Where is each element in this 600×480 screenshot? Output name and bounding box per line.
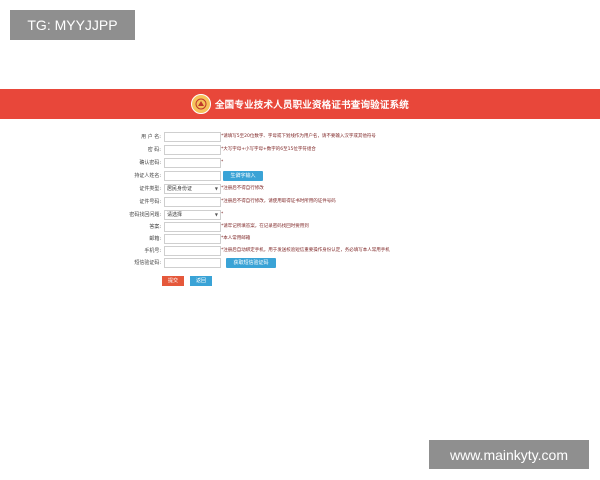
password-hint: *大写字母+小写字母+数字的6至15位字符组合: [221, 147, 316, 152]
holder-name-row: 持证人姓名: 生僻字输入: [0, 171, 600, 181]
sms-code-row: 短信验证码: 获取短信验证码: [0, 258, 600, 268]
rare-char-input-button[interactable]: 生僻字输入: [223, 171, 263, 181]
answer-hint: *请牢记所填答案，在记录密码找回时要用到: [221, 224, 309, 229]
id-type-select[interactable]: 居民身份证 ▼: [164, 184, 221, 194]
sms-code-input[interactable]: [164, 258, 221, 268]
security-question-select[interactable]: 请选择 ▼: [164, 210, 221, 220]
phone-row: 手机号: *注册后自动绑定手机，用于发送校验短信重要操作身份认定，务必填写本人常…: [0, 246, 600, 256]
username-label: 用 户 名:: [141, 134, 161, 140]
phone-hint: *注册后自动绑定手机，用于发送校验短信重要操作身份认定，务必填写本人常用手机: [221, 248, 390, 253]
id-number-input[interactable]: [164, 197, 221, 207]
back-button[interactable]: 返回: [190, 276, 212, 286]
holder-name-label: 持证人姓名:: [134, 173, 161, 179]
id-type-selected: 居民身份证: [167, 186, 193, 192]
username-row: 用 户 名: *请填写5至20位数字、字母或下划线作为用户名，请不要输入汉字或其…: [0, 132, 600, 142]
chevron-down-icon: ▼: [214, 186, 218, 191]
confirm-password-row: 确认密码: *: [0, 158, 600, 168]
answer-row: 答案: *请牢记所填答案，在记录密码找回时要用到: [0, 222, 600, 232]
security-question-row: 密码找回问题: 请选择 ▼ *: [0, 210, 600, 220]
get-sms-code-button[interactable]: 获取短信验证码: [226, 258, 276, 268]
id-number-row: 证件号码: *注册后不得自行修改，请使用取得证书时所用的证件号码: [0, 197, 600, 207]
confirm-password-hint: *: [221, 160, 224, 165]
id-type-row: 证件类型: 居民身份证 ▼ *注册后不得自行修改: [0, 184, 600, 194]
header-banner: 全国专业技术人员职业资格证书查询验证系统: [0, 89, 600, 119]
password-input[interactable]: [164, 145, 221, 155]
emblem-shape-icon: [195, 98, 207, 110]
watermark-top-left: TG: MYYJJPP: [10, 10, 135, 40]
holder-name-input[interactable]: [164, 171, 221, 181]
security-question-hint: *: [221, 212, 224, 217]
answer-label: 答案:: [149, 224, 161, 230]
id-number-hint: *注册后不得自行修改，请使用取得证书时所用的证件号码: [221, 199, 336, 204]
email-input[interactable]: [164, 234, 221, 244]
submit-button[interactable]: 提交: [162, 276, 184, 286]
emblem-icon: [190, 94, 211, 114]
sms-code-label: 短信验证码:: [134, 260, 161, 266]
password-label: 密 码:: [147, 147, 161, 153]
username-hint: *请填写5至20位数字、字母或下划线作为用户名，请不要输入汉字或其他符号: [221, 134, 376, 139]
phone-label: 手机号:: [144, 248, 161, 254]
chevron-down-icon: ▼: [214, 212, 218, 217]
username-input[interactable]: [164, 132, 221, 142]
email-label: 邮箱:: [149, 236, 161, 242]
id-type-label: 证件类型:: [139, 186, 161, 192]
page-title: 全国专业技术人员职业资格证书查询验证系统: [214, 100, 409, 111]
confirm-password-input[interactable]: [164, 158, 221, 168]
email-row: 邮箱: *本人常用邮箱: [0, 234, 600, 244]
security-question-label: 密码找回问题:: [129, 212, 161, 218]
confirm-password-label: 确认密码:: [139, 160, 161, 166]
password-row: 密 码: *大写字母+小写字母+数字的6至15位字符组合: [0, 145, 600, 155]
id-number-label: 证件号码:: [139, 199, 161, 205]
email-hint: *本人常用邮箱: [221, 236, 251, 241]
answer-input[interactable]: [164, 222, 221, 232]
phone-input[interactable]: [164, 246, 221, 256]
id-type-hint: *注册后不得自行修改: [221, 186, 264, 191]
watermark-bottom-right: www.mainkyty.com: [429, 440, 589, 469]
security-question-selected: 请选择: [167, 212, 183, 218]
